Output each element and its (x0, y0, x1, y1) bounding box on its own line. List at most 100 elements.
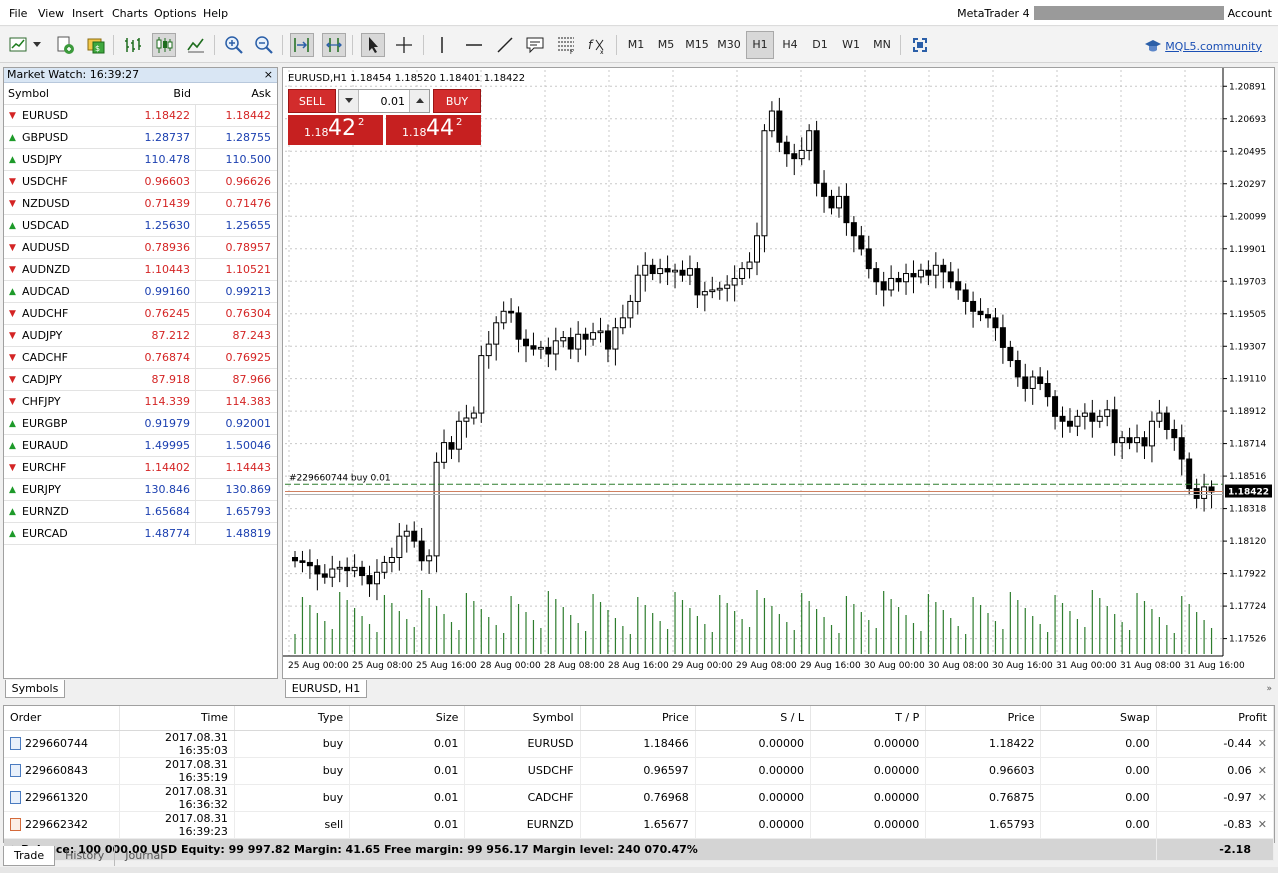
trade-row[interactable]: 229660843 2017.08.31 16:35:19 buy 0.01 USDCH… (4, 757, 1275, 785)
community-label[interactable]: MQL5.community (1165, 40, 1262, 53)
candlestick-chart-icon[interactable] (152, 33, 176, 57)
lot-decrease-icon[interactable] (339, 90, 359, 112)
col-sl[interactable]: S / L (695, 706, 812, 731)
col-order[interactable]: Order (4, 706, 120, 731)
market-watch-row[interactable]: ▼ AUDJPY 87.212 87.243 (4, 325, 277, 347)
market-watch-row[interactable]: ▲ EURGBP 0.91979 0.92001 (4, 413, 277, 435)
market-watch-row[interactable]: ▲ EURJPY 130.846 130.869 (4, 479, 277, 501)
menu-options[interactable]: Options (154, 7, 196, 20)
ask-column-header[interactable]: Ask (196, 83, 276, 105)
close-order-icon[interactable]: ✕ (1258, 737, 1267, 750)
profiles-icon[interactable] (53, 33, 77, 57)
market-watch-row[interactable]: ▼ USDCHF 0.96603 0.96626 (4, 171, 277, 193)
market-watch-row[interactable]: ▼ EURUSD 1.18422 1.18442 (4, 105, 277, 127)
auto-scroll-icon[interactable] (290, 33, 314, 57)
fullscreen-icon[interactable] (908, 33, 932, 57)
mql5-community-link[interactable]: MQL5.community (1145, 39, 1262, 53)
menu-file[interactable]: File (9, 7, 27, 20)
line-chart-icon[interactable] (184, 33, 208, 57)
timeframe-mn[interactable]: MN (868, 36, 896, 54)
bar-chart-icon[interactable] (121, 33, 145, 57)
timeframe-h1[interactable]: H1 (746, 31, 774, 59)
timeframe-d1[interactable]: D1 (806, 36, 834, 54)
market-watch-row[interactable]: ▼ AUDCHF 0.76245 0.76304 (4, 303, 277, 325)
timeframe-m30[interactable]: M30 (714, 36, 744, 54)
market-watch-row[interactable]: ▼ AUDUSD 0.78936 0.78957 (4, 237, 277, 259)
buy-price-button[interactable]: 1.18 44 2 (386, 115, 481, 145)
price-chart[interactable]: 1.20891 1.20693 1.20495 1.20297 1.20099 1.199… (283, 68, 1274, 678)
market-watch-row[interactable]: ▲ AUDCAD 0.99160 0.99213 (4, 281, 277, 303)
timeframe-w1[interactable]: W1 (837, 36, 865, 54)
market-watch-row[interactable]: ▼ CHFJPY 114.339 114.383 (4, 391, 277, 413)
vertical-line-icon[interactable] (430, 33, 454, 57)
horizontal-line-icon[interactable] (462, 33, 486, 57)
chart-window[interactable]: 1.20891 1.20693 1.20495 1.20297 1.20099 1.199… (282, 67, 1275, 679)
symbol-cell: ▼ CADCHF (4, 351, 122, 364)
col-size[interactable]: Size (349, 706, 466, 731)
close-icon[interactable]: × (264, 68, 273, 82)
menu-charts[interactable]: Charts (112, 7, 148, 20)
col-swap[interactable]: Swap (1040, 706, 1157, 731)
col-profit[interactable]: Profit (1156, 706, 1275, 731)
market-watch-row[interactable]: ▼ CADCHF 0.76874 0.76925 (4, 347, 277, 369)
market-watch-row[interactable]: ▲ EURNZD 1.65684 1.65793 (4, 501, 277, 523)
buy-button[interactable]: BUY (433, 89, 481, 113)
lot-increase-icon[interactable] (409, 90, 429, 112)
menu-insert[interactable]: Insert (72, 7, 104, 20)
market-watch-row[interactable]: ▼ AUDNZD 1.10443 1.10521 (4, 259, 277, 281)
timeframe-m15[interactable]: M15 (682, 36, 712, 54)
symbol-column-header[interactable]: Symbol (4, 87, 122, 100)
candle-body (1201, 486, 1208, 499)
crosshair-icon[interactable] (392, 33, 416, 57)
text-label-icon[interactable] (523, 33, 547, 57)
col-type[interactable]: Type (234, 706, 351, 731)
menu-view[interactable]: View (38, 7, 64, 20)
close-order-icon[interactable]: ✕ (1258, 818, 1267, 831)
trade-row[interactable]: 229662342 2017.08.31 16:39:23 sell 0.01 EURN… (4, 811, 1275, 839)
market-watch-row[interactable]: ▼ CADJPY 87.918 87.966 (4, 369, 277, 391)
chart-tabs-scroll-icon[interactable]: » (1266, 684, 1272, 694)
chart-shift-icon[interactable] (322, 33, 346, 57)
tab-trade[interactable]: Trade (3, 846, 56, 866)
zoom-out-icon[interactable] (252, 33, 276, 57)
col-symbol[interactable]: Symbol (464, 706, 581, 731)
timeframe-m1[interactable]: M1 (622, 36, 650, 54)
col-tp[interactable]: T / P (810, 706, 927, 731)
bid-column-header[interactable]: Bid (122, 83, 196, 104)
tab-chart-eurusd-h1[interactable]: EURUSD, H1 (285, 680, 367, 698)
market-watch-row[interactable]: ▼ NZDUSD 0.71439 0.71476 (4, 193, 277, 215)
cursor-icon[interactable] (361, 33, 385, 57)
trade-row[interactable]: 229660744 2017.08.31 16:35:03 buy 0.01 EURUS… (4, 730, 1275, 758)
market-watch-row[interactable]: ▲ EURAUD 1.49995 1.50046 (4, 435, 277, 457)
menu-help[interactable]: Help (203, 7, 228, 20)
col-time[interactable]: Time (119, 706, 235, 731)
indicators-icon[interactable]: fx (585, 33, 609, 57)
candle-body (604, 330, 611, 350)
market-watch-row[interactable]: ▲ EURCAD 1.48774 1.48819 (4, 523, 277, 545)
sell-button[interactable]: SELL (288, 89, 336, 113)
lot-size-input[interactable] (359, 94, 409, 108)
market-watch-row[interactable]: ▲ USDCAD 1.25630 1.25655 (4, 215, 277, 237)
new-chart-icon[interactable] (8, 33, 32, 57)
account-label[interactable]: Account (1228, 7, 1272, 20)
tab-journal[interactable]: Journal (114, 846, 173, 866)
dropdown-arrow-icon[interactable] (30, 33, 44, 57)
trade-row[interactable]: 229661320 2017.08.31 16:36:32 buy 0.01 CADCH… (4, 784, 1275, 812)
market-watch-row[interactable]: ▲ USDJPY 110.478 110.500 (4, 149, 277, 171)
close-order-icon[interactable]: ✕ (1258, 764, 1267, 777)
close-order-icon[interactable]: ✕ (1258, 791, 1267, 804)
col-open-price[interactable]: Price (580, 706, 696, 731)
timeframe-m5[interactable]: M5 (652, 36, 680, 54)
col-current-price[interactable]: Price (925, 706, 1042, 731)
fibonacci-icon[interactable]: F (554, 33, 578, 57)
market-watch-row[interactable]: ▲ GBPUSD 1.28737 1.28755 (4, 127, 277, 149)
market-watch-row[interactable]: ▼ EURCHF 1.14402 1.14443 (4, 457, 277, 479)
zoom-in-icon[interactable] (222, 33, 246, 57)
sell-price-button[interactable]: 1.18 42 2 (288, 115, 383, 145)
market-watch-icon[interactable]: $ (84, 33, 108, 57)
trend-line-icon[interactable] (493, 33, 517, 57)
tab-symbols[interactable]: Symbols (5, 680, 65, 698)
timeframe-h4[interactable]: H4 (776, 36, 804, 54)
tab-history[interactable]: History (55, 846, 114, 866)
trade-time: 2017.08.31 16:35:19 (119, 757, 235, 785)
